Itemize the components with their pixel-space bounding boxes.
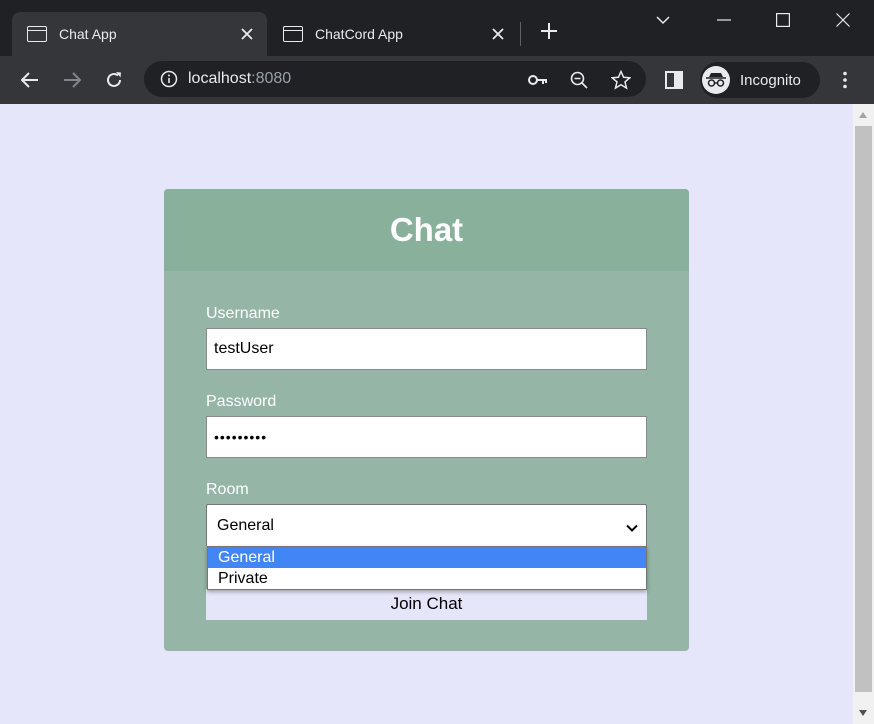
forward-arrow-icon[interactable] <box>60 68 84 92</box>
vertical-scrollbar[interactable] <box>853 104 874 724</box>
new-tab-icon[interactable] <box>537 22 561 46</box>
tab-title: Chat App <box>59 26 117 42</box>
page-icon <box>27 26 47 42</box>
room-selected-value: General <box>217 516 274 534</box>
room-dropdown-list: General Private <box>207 546 647 590</box>
room-label: Room <box>206 481 249 498</box>
tab-separator <box>520 22 521 46</box>
username-field[interactable]: testUser <box>206 328 647 370</box>
scroll-up-arrow-icon[interactable] <box>859 112 867 118</box>
room-select[interactable]: General <box>206 504 647 546</box>
password-field[interactable]: ••••••••• <box>206 416 647 458</box>
url-host: localhost <box>188 70 252 87</box>
side-panel-icon[interactable] <box>662 68 686 92</box>
address-bar[interactable]: localhost:8080 <box>144 61 646 97</box>
tab-search-icon[interactable] <box>648 8 678 32</box>
tab-strip: Chat App ChatCord App <box>0 0 874 56</box>
join-chat-button[interactable]: Join Chat <box>206 589 647 620</box>
tab-chatcord-app[interactable]: ChatCord App <box>268 12 518 56</box>
back-arrow-icon[interactable] <box>18 68 42 92</box>
menu-kebab-icon[interactable] <box>833 68 857 92</box>
tab-chat-app[interactable]: Chat App <box>12 12 267 56</box>
url-port: :8080 <box>251 70 292 87</box>
username-label: Username <box>206 305 280 322</box>
scroll-down-arrow-icon[interactable] <box>859 710 867 716</box>
info-icon[interactable] <box>160 70 178 93</box>
incognito-icon <box>702 66 730 94</box>
page-icon <box>283 26 303 42</box>
chevron-down-icon <box>626 519 638 537</box>
close-tab-icon[interactable] <box>235 22 259 46</box>
card-header: Chat <box>164 189 689 271</box>
close-tab-icon[interactable] <box>486 22 510 46</box>
zoom-out-icon[interactable] <box>569 70 589 90</box>
minimize-icon[interactable] <box>709 8 739 32</box>
maximize-icon[interactable] <box>768 8 798 32</box>
page-viewport: Chat Username testUser Password ••••••••… <box>0 104 853 724</box>
reload-icon[interactable] <box>102 68 126 92</box>
key-icon[interactable] <box>528 70 548 90</box>
star-icon[interactable] <box>611 70 631 90</box>
tab-title: ChatCord App <box>315 26 403 42</box>
page-title: Chat <box>389 211 464 248</box>
room-option-general[interactable]: General <box>208 547 646 568</box>
browser-toolbar: localhost:8080 Incognito <box>0 56 874 104</box>
incognito-profile-button[interactable]: Incognito <box>700 62 820 98</box>
room-option-private[interactable]: Private <box>208 568 646 589</box>
url-text: localhost:8080 <box>188 70 291 88</box>
incognito-label: Incognito <box>740 71 801 89</box>
password-label: Password <box>206 393 277 410</box>
window-close-icon[interactable] <box>828 8 858 32</box>
scrollbar-thumb[interactable] <box>855 126 872 692</box>
login-card: Chat Username testUser Password ••••••••… <box>164 189 689 651</box>
